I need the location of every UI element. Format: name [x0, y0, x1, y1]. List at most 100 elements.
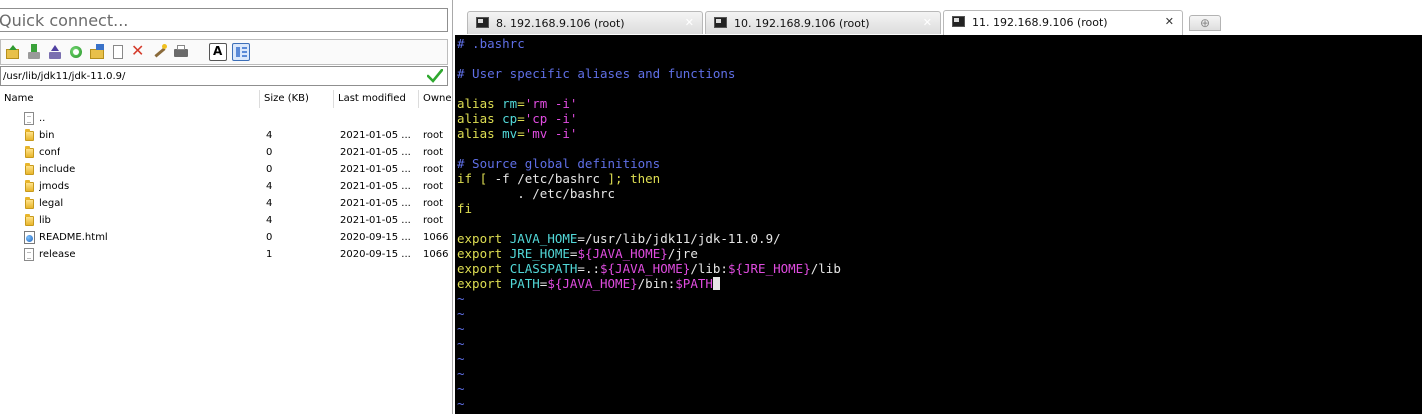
- column-header-name[interactable]: Name: [0, 90, 260, 108]
- terminal-text: ${JRE_HOME}: [727, 261, 811, 276]
- file-modified: 2021-01-05 ...: [340, 181, 411, 192]
- refresh-icon[interactable]: [67, 43, 85, 61]
- terminal-text: export: [457, 276, 510, 291]
- terminal-text: =: [517, 96, 525, 111]
- checkmark-icon[interactable]: [427, 69, 443, 83]
- close-icon[interactable]: ✕: [685, 16, 694, 29]
- terminal-text: CLASSPATH: [509, 261, 578, 276]
- file-modified: 2021-01-05 ...: [340, 198, 411, 209]
- terminal-text: ~: [457, 336, 465, 351]
- html-file-icon: [24, 231, 35, 244]
- print-icon[interactable]: [172, 43, 190, 61]
- terminal-text: . /etc/bashrc: [457, 186, 616, 201]
- tab-session-10[interactable]: 10. 192.168.9.106 (root) ✕: [705, 11, 941, 34]
- terminal-line: export JRE_HOME=${JAVA_HOME}/jre: [457, 246, 698, 261]
- tab-session-8[interactable]: 8. 192.168.9.106 (root) ✕: [467, 11, 703, 34]
- file-modified: 2021-01-05 ...: [340, 215, 411, 226]
- table-row[interactable]: ..: [0, 110, 452, 127]
- path-input[interactable]: [3, 67, 423, 85]
- empty-line-marker: ~: [457, 336, 465, 351]
- table-row[interactable]: conf 0 2021-01-05 ... root: [0, 144, 452, 161]
- file-owner: root: [423, 130, 444, 141]
- terminal-line: export JAVA_HOME=/usr/lib/jdk11/jdk-11.0…: [457, 231, 781, 246]
- table-row[interactable]: legal 4 2021-01-05 ... root: [0, 195, 452, 212]
- file-modified: 2021-01-05 ...: [340, 147, 411, 158]
- quick-connect-input[interactable]: Quick connect...: [0, 8, 448, 32]
- download-icon[interactable]: [25, 43, 43, 61]
- table-row[interactable]: lib 4 2021-01-05 ... root: [0, 212, 452, 229]
- new-tab-button[interactable]: ⊕: [1189, 15, 1221, 31]
- new-file-icon[interactable]: [109, 43, 127, 61]
- close-icon[interactable]: ✕: [1165, 15, 1174, 28]
- folder-icon: [24, 214, 35, 227]
- terminal-text: cp: [502, 111, 518, 126]
- terminal-text: ${JAVA_HOME}: [577, 246, 668, 261]
- table-row[interactable]: jmods 4 2021-01-05 ... root: [0, 178, 452, 195]
- file-name: conf: [39, 147, 61, 158]
- table-row[interactable]: include 0 2021-01-05 ... root: [0, 161, 452, 178]
- file-name: bin: [39, 130, 55, 141]
- terminal-text: =: [517, 111, 525, 126]
- delete-icon[interactable]: ✕: [130, 42, 148, 61]
- terminal-text: 'mv -i': [524, 126, 578, 141]
- file-size: 4: [266, 198, 273, 209]
- terminal-text: alias: [457, 111, 503, 126]
- terminal-text: alias: [457, 96, 503, 111]
- view-toggle-icon[interactable]: [232, 43, 250, 61]
- terminal-text: /lib: [810, 261, 841, 276]
- terminal-text: PATH: [509, 276, 540, 291]
- column-header-modified[interactable]: Last modified: [334, 90, 419, 108]
- terminal-text: fi: [457, 201, 473, 216]
- terminal-icon: [714, 17, 727, 28]
- table-row[interactable]: bin 4 2021-01-05 ... root: [0, 127, 452, 144]
- column-header-size[interactable]: Size (KB): [260, 90, 334, 108]
- terminal-line: # User specific aliases and functions: [457, 66, 735, 81]
- terminal-text: 'cp -i': [524, 111, 578, 126]
- home-folder-icon[interactable]: [4, 43, 22, 61]
- file-owner: root: [423, 164, 444, 175]
- table-row[interactable]: README.html 0 2020-09-15 ... 1066: [0, 229, 452, 246]
- terminal-text: /bin:: [637, 276, 676, 291]
- folder-icon: [24, 197, 35, 210]
- empty-line-marker: ~: [457, 351, 465, 366]
- terminal-text: # User specific aliases and functions: [457, 66, 736, 81]
- empty-line-marker: ~: [457, 396, 465, 411]
- column-header-owner[interactable]: Owner: [419, 90, 452, 108]
- folder-icon: [24, 129, 35, 142]
- empty-line-marker: ~: [457, 321, 465, 336]
- terminal-line: alias cp='cp -i': [457, 111, 577, 126]
- upload-icon[interactable]: [46, 43, 64, 61]
- tab-session-11[interactable]: 11. 192.168.9.106 (root) ✕: [943, 10, 1183, 35]
- file-size: 4: [266, 181, 273, 192]
- file-size: 0: [266, 232, 273, 243]
- terminal-text: ~: [457, 366, 465, 381]
- terminal-text: ~: [457, 351, 465, 366]
- new-folder-icon[interactable]: [88, 43, 106, 61]
- file-owner: root: [423, 198, 444, 209]
- tab-label: 10. 192.168.9.106 (root): [734, 17, 870, 30]
- file-owner: 1066: [423, 249, 449, 260]
- terminal-line: alias rm='rm -i': [457, 96, 577, 111]
- close-icon[interactable]: ✕: [923, 16, 932, 29]
- terminal-screen[interactable]: # .bashrc # User specific aliases and fun…: [455, 35, 1422, 414]
- text-mode-icon[interactable]: A: [209, 43, 227, 61]
- terminal-text: rm: [502, 96, 518, 111]
- file-name: lib: [39, 215, 51, 226]
- terminal-text: =.:: [577, 261, 600, 276]
- file-owner: root: [423, 215, 444, 226]
- file-browser-pane: Quick connect... ✕ A /usr/lib/jdk11/jdk-…: [0, 0, 453, 414]
- terminal-line: . /etc/bashrc: [457, 186, 615, 201]
- terminal-line: export CLASSPATH=.:${JAVA_HOME}/lib:${JR…: [457, 261, 841, 276]
- properties-wand-icon[interactable]: [151, 43, 169, 61]
- empty-line-marker: ~: [457, 306, 465, 321]
- terminal-text: ~: [457, 291, 465, 306]
- terminal-text: 'rm -i': [524, 96, 578, 111]
- plus-icon: ⊕: [1199, 16, 1211, 30]
- terminal-text: $PATH: [675, 276, 713, 291]
- terminal-text: JRE_HOME: [509, 246, 570, 261]
- terminal-tab-bar: 8. 192.168.9.106 (root) ✕ 10. 192.168.9.…: [457, 0, 1422, 35]
- table-row[interactable]: release 1 2020-09-15 ... 1066: [0, 246, 452, 263]
- empty-line-marker: ~: [457, 366, 465, 381]
- file-name: ..: [39, 113, 46, 124]
- quick-connect-placeholder: Quick connect...: [0, 11, 129, 30]
